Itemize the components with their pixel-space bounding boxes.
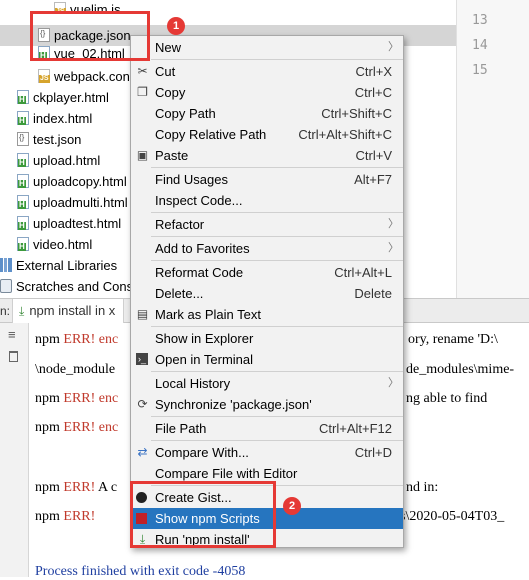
menu-separator (151, 59, 403, 60)
console-line: npm ERR! A c (35, 480, 118, 495)
tree-item-test-json[interactable]: test.json (17, 129, 81, 150)
html-file-icon (17, 111, 29, 125)
terminal-icon: ›_ (136, 353, 148, 365)
menu-separator (151, 416, 403, 417)
console-line: npm ERR! enc (35, 391, 119, 406)
menu-item-find-usages[interactable]: Find Usages Alt+F7 (131, 169, 403, 190)
menu-separator (151, 440, 403, 441)
editor-gutter (456, 0, 529, 298)
menu-separator (151, 326, 403, 327)
line-number: 15 (472, 63, 488, 78)
console-line-tail: s\2020-05-04T03_ (400, 509, 505, 524)
menu-item-synchronize[interactable]: ⟳ Synchronize 'package.json' (131, 394, 403, 415)
menu-item-open-in-terminal[interactable]: ›_ Open in Terminal (131, 349, 403, 370)
console-line: npm ERR! enc (35, 332, 119, 347)
html-file-icon (17, 195, 29, 209)
menu-item-refactor[interactable]: Refactor 〉 (131, 214, 403, 235)
clipboard-icon: ▣ (136, 148, 149, 162)
tree-item-upload[interactable]: upload.html (17, 150, 100, 171)
copy-icon: ❐ (137, 85, 148, 99)
annotation-badge-2: 2 (283, 497, 301, 515)
html-file-icon (17, 237, 29, 251)
menu-separator (151, 167, 403, 168)
menu-item-copy[interactable]: ❐ Copy Ctrl+C (131, 82, 403, 103)
annotation-box-package-json (30, 11, 150, 61)
menu-item-copy-relative-path[interactable]: Copy Relative Path Ctrl+Alt+Shift+C (131, 124, 403, 145)
trash-icon[interactable] (9, 351, 18, 362)
submenu-arrow-icon: 〉 (388, 242, 399, 254)
tree-item-uploadcopy[interactable]: uploadcopy.html (17, 171, 127, 192)
menu-item-local-history[interactable]: Local History 〉 (131, 373, 403, 394)
menu-item-show-in-explorer[interactable]: Show in Explorer (131, 328, 403, 349)
submenu-arrow-icon: 〉 (388, 218, 399, 230)
console-line: \node_module (35, 362, 116, 377)
scratches-icon (0, 279, 12, 293)
menu-item-new[interactable]: New 〉 (131, 37, 403, 58)
download-arrow-icon: ⤓ (19, 304, 25, 318)
console-line: npm ERR! (35, 509, 96, 524)
console-toolbar: ≡ (0, 323, 29, 577)
run-tab-npm-install[interactable]: ⤓ npm install in x (12, 299, 125, 323)
tree-item-webpack-config[interactable]: webpack.con (38, 66, 130, 87)
menu-item-mark-as-plain-text[interactable]: ▤ Mark as Plain Text (131, 304, 403, 325)
menu-item-add-to-favorites[interactable]: Add to Favorites 〉 (131, 238, 403, 259)
library-icon (0, 258, 12, 272)
process-exit-line: Process finished with exit code -4058 (35, 564, 246, 579)
console-line-tail: de_modules\mime- (406, 362, 515, 377)
line-number: 14 (472, 38, 488, 53)
plain-text-icon: ▤ (136, 307, 149, 321)
tree-item-uploadtest[interactable]: uploadtest.html (17, 213, 121, 234)
submenu-arrow-icon: 〉 (388, 41, 399, 53)
menu-item-copy-path[interactable]: Copy Path Ctrl+Shift+C (131, 103, 403, 124)
scissors-icon: ✂ (137, 64, 148, 78)
compare-icon: ⇄ (137, 445, 148, 459)
menu-item-file-path[interactable]: File Path Ctrl+Alt+F12 (131, 418, 403, 439)
tree-item-ckplayer[interactable]: ckplayer.html (17, 87, 109, 108)
html-file-icon (17, 174, 29, 188)
menu-item-delete[interactable]: Delete... Delete (131, 283, 403, 304)
js-file-icon (38, 69, 50, 83)
console-line-tail: ory, rename 'D:\ (408, 332, 498, 347)
annotation-box-npm-items (130, 481, 276, 548)
sort-lines-icon[interactable]: ≡ (8, 327, 16, 342)
menu-item-paste[interactable]: ▣ Paste Ctrl+V (131, 145, 403, 166)
menu-separator (151, 260, 403, 261)
html-file-icon (17, 153, 29, 167)
submenu-arrow-icon: 〉 (388, 377, 399, 389)
annotation-badge-1: 1 (167, 17, 185, 35)
html-file-icon (17, 216, 29, 230)
tree-item-uploadmulti[interactable]: uploadmulti.html (17, 192, 128, 213)
tree-item-video[interactable]: video.html (17, 234, 92, 255)
console-line: npm ERR! enc (35, 420, 119, 435)
sync-icon: ⟳ (137, 397, 148, 411)
line-number: 13 (472, 13, 488, 28)
menu-item-inspect-code[interactable]: Inspect Code... (131, 190, 403, 211)
html-file-icon (17, 90, 29, 104)
menu-separator (151, 212, 403, 213)
menu-separator (151, 371, 403, 372)
menu-item-reformat-code[interactable]: Reformat Code Ctrl+Alt+L (131, 262, 403, 283)
menu-separator (151, 236, 403, 237)
menu-item-compare-with[interactable]: ⇄ Compare With... Ctrl+D (131, 442, 403, 463)
tree-item-external-libraries[interactable]: External Libraries (0, 255, 117, 276)
json-file-icon (17, 132, 29, 146)
menu-item-cut[interactable]: ✂ Cut Ctrl+X (131, 61, 403, 82)
tree-item-scratches[interactable]: Scratches and Conso (0, 276, 140, 297)
console-line-tail: ng able to find (406, 391, 488, 406)
run-label: n: (0, 304, 11, 318)
console-line-tail: nd in: (406, 480, 439, 495)
tree-item-index[interactable]: index.html (17, 108, 92, 129)
context-menu: New 〉 ✂ Cut Ctrl+X ❐ Copy Ctrl+C Copy Pa… (130, 35, 404, 548)
